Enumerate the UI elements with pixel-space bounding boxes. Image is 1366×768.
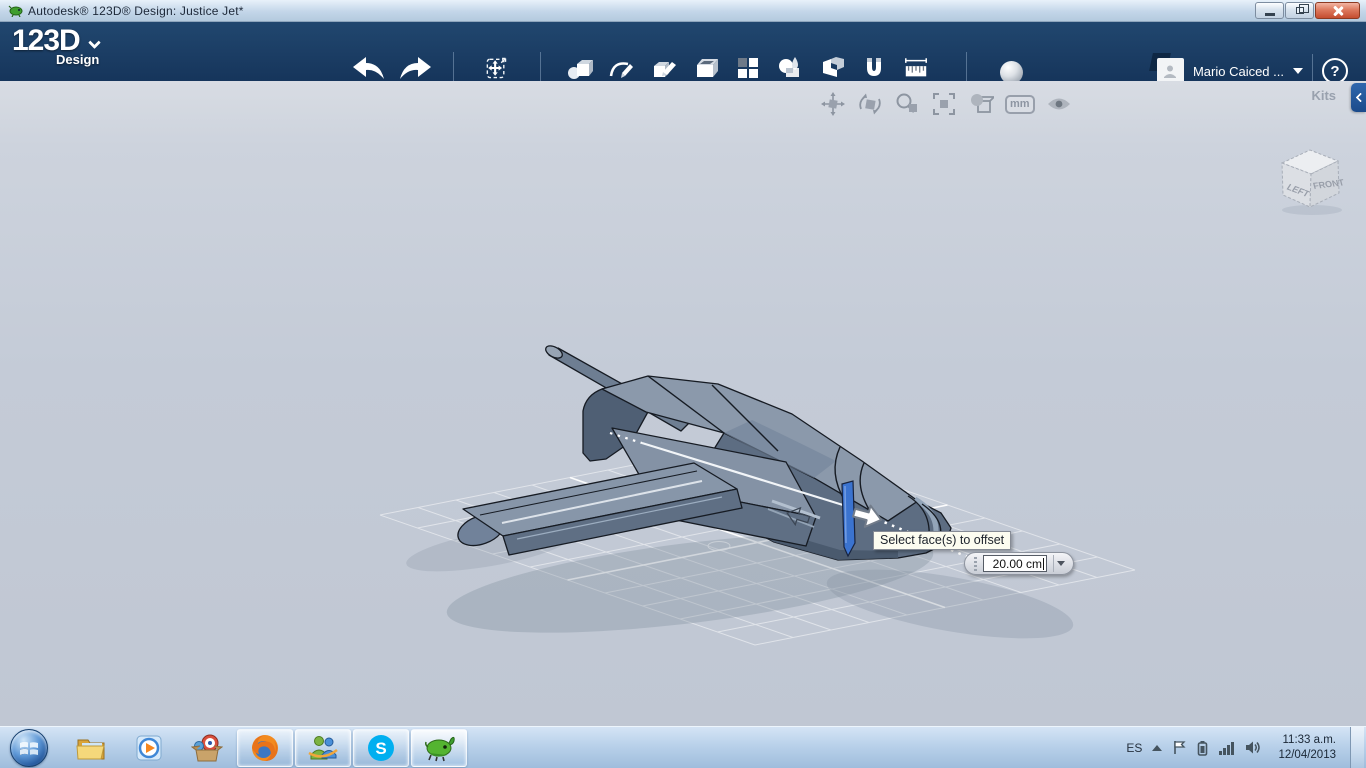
units-button[interactable]: mm	[1005, 94, 1035, 114]
offset-value-widget[interactable]: 20.00 cm	[964, 552, 1074, 575]
pan-icon	[821, 92, 845, 116]
taskbar-item-windows-media-player[interactable]	[120, 733, 178, 763]
desktop: Autodesk® 123D® Design: Justice Jet* 123…	[0, 0, 1366, 768]
firefox-icon	[252, 734, 278, 761]
drag-handle-icon[interactable]	[974, 556, 977, 571]
123d-design-icon	[425, 736, 455, 761]
kits-panel-label: Kits	[1311, 88, 1336, 103]
scene-canvas[interactable]	[0, 81, 1366, 726]
visibility-button[interactable]	[1046, 91, 1072, 117]
offset-value-input[interactable]: 20.00 cm	[983, 555, 1047, 572]
offset-unit-dropdown[interactable]	[1053, 555, 1067, 572]
taskbar-item-firefox[interactable]	[237, 728, 293, 767]
close-icon	[1332, 5, 1343, 16]
window-title: Autodesk® 123D® Design: Justice Jet*	[28, 3, 244, 18]
language-indicator[interactable]: ES	[1126, 741, 1142, 755]
magnet-icon	[867, 58, 881, 76]
selected-face-highlight[interactable]	[841, 480, 856, 558]
construct-icon	[654, 62, 676, 77]
kits-panel-toggle[interactable]	[1351, 83, 1366, 112]
clock[interactable]: 11:33 a.m. 12/04/2013	[1278, 733, 1336, 763]
primitives-icon	[568, 60, 593, 79]
person-icon	[1164, 65, 1177, 78]
network-signal-icon[interactable]	[1218, 741, 1235, 755]
windows-taskbar: S ES 11:33 a.m. 12/04/2013	[0, 726, 1366, 768]
redo-button[interactable]	[396, 56, 434, 82]
system-tray: ES 11:33 a.m. 12/04/2013	[1126, 726, 1366, 768]
app-toolbar: 123D Design Mario Caiced ... ?	[0, 22, 1366, 93]
app-icon	[8, 5, 23, 17]
start-button[interactable]	[10, 728, 48, 767]
view-navbar: mm	[820, 91, 1072, 117]
minimize-button[interactable]	[1255, 2, 1284, 19]
taskbar-item-games-box[interactable]	[178, 733, 236, 763]
logo-design: Design	[56, 52, 100, 67]
games-box-icon	[191, 734, 223, 761]
tray-date: 12/04/2013	[1278, 748, 1336, 761]
messenger-people-icon	[308, 735, 338, 759]
combine-blocks-icon	[823, 57, 844, 77]
dropdown-arrow-icon	[1056, 561, 1065, 566]
app-menu[interactable]: 123D Design	[12, 24, 101, 67]
action-center-flag-icon[interactable]	[1172, 740, 1187, 755]
show-desktop-button[interactable]	[1350, 726, 1364, 768]
tray-time: 11:33 a.m.	[1282, 733, 1337, 746]
fit-button[interactable]	[931, 91, 957, 117]
account-dropdown-icon[interactable]	[1293, 68, 1303, 74]
pattern-grid-icon	[738, 58, 758, 78]
grouping-shapes-icon	[779, 57, 799, 77]
orbit-icon	[859, 93, 881, 115]
transform-move-icon	[486, 57, 507, 79]
taskbar-item-skype[interactable]: S	[353, 728, 409, 767]
account-name[interactable]: Mario Caiced ...	[1193, 64, 1284, 79]
tool-transform[interactable]	[483, 53, 516, 91]
sketch-icon	[609, 62, 633, 78]
chevron-left-icon	[1355, 92, 1365, 103]
close-button[interactable]	[1315, 2, 1360, 19]
material-view-button[interactable]	[968, 91, 994, 117]
text-caret	[1043, 557, 1044, 570]
zoom-icon	[896, 93, 917, 113]
windows-media-player-icon	[136, 735, 162, 760]
minimize-icon	[1264, 12, 1275, 16]
taskbar-item-123d-design[interactable]	[411, 728, 467, 767]
chevron-down-icon	[87, 36, 101, 50]
material-view-icon	[971, 94, 994, 113]
3d-viewport[interactable]: mm Kits LEFT FRONT Select face(s) to off…	[0, 81, 1366, 726]
windows-explorer-icon	[76, 739, 105, 759]
undo-button[interactable]	[350, 56, 388, 82]
viewcube[interactable]: LEFT FRONT	[1270, 139, 1354, 217]
windows-flag-icon	[20, 741, 38, 755]
restore-icon	[1295, 4, 1309, 14]
orbit-button[interactable]	[857, 91, 883, 117]
zoom-button[interactable]	[894, 91, 920, 117]
battery-icon[interactable]	[1197, 740, 1208, 756]
taskbar-item-windows-explorer[interactable]	[62, 733, 120, 763]
modify-shell-icon	[697, 59, 718, 77]
tooltip: Select face(s) to offset	[873, 531, 1012, 550]
volume-icon[interactable]	[1245, 740, 1262, 755]
restore-button[interactable]	[1285, 2, 1314, 19]
taskbar-item-windows-live-messenger[interactable]	[295, 728, 351, 767]
eye-icon	[1047, 98, 1070, 110]
window-titlebar[interactable]: Autodesk® 123D® Design: Justice Jet*	[0, 0, 1366, 22]
ruler-icon	[905, 58, 927, 77]
skype-icon: S	[368, 734, 394, 761]
pan-button[interactable]	[820, 91, 846, 117]
skype-letter: S	[375, 739, 386, 758]
fit-icon	[933, 93, 955, 115]
jet-model[interactable]	[454, 343, 952, 561]
offset-value-text: 20.00 cm	[992, 556, 1042, 571]
show-hidden-icons-button[interactable]	[1152, 744, 1163, 751]
